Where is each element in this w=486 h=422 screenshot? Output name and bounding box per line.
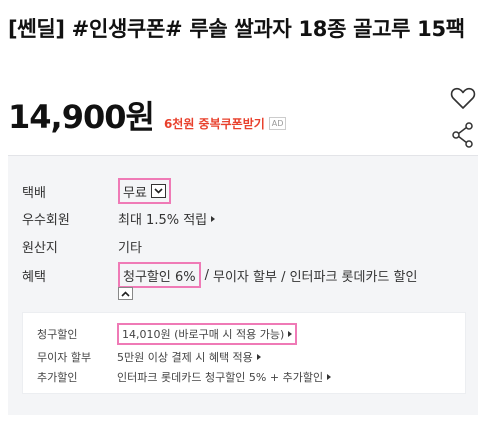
triangle-right-icon	[211, 215, 216, 222]
membership-value: 최대 1.5% 적립	[118, 213, 208, 228]
shipping-select[interactable]: 무료	[118, 178, 171, 204]
triangle-right-icon	[327, 374, 332, 380]
extra-discount-row: 추가할인 인터파크 롯데카드 청구할인 5% + 추가할인	[37, 369, 332, 385]
price: 14,900원	[8, 98, 155, 136]
origin-row: 원산지 기타	[22, 237, 142, 256]
extra-discount-label: 추가할인	[37, 371, 78, 384]
membership-row: 우수회원 최대 1.5% 적립	[22, 209, 216, 228]
origin-label: 원산지	[22, 241, 58, 256]
chevron-down-icon[interactable]	[150, 184, 166, 198]
membership-label: 우수회원	[22, 213, 70, 228]
collapse-benefits-button[interactable]	[118, 287, 133, 300]
extra-discount-value: 인터파크 롯데카드 청구할인 5% + 추가할인	[117, 371, 324, 384]
benefits-values: 청구할인 6% / 무이자 할부 / 인터파크 롯데카드 할인	[118, 262, 417, 288]
benefits-separator: /	[204, 267, 209, 283]
price-row: 14,900원 6천원 중복쿠폰받기 AD	[8, 92, 287, 136]
billing-discount-row: 청구할인 14,010원 (바로구매 시 적용 가능)	[37, 323, 298, 345]
shipping-label: 택배	[22, 185, 46, 201]
shipping-value: 무료	[123, 185, 147, 201]
shipping-row: 택배 무료	[22, 178, 171, 204]
ad-badge: AD	[268, 117, 287, 130]
origin-value: 기타	[118, 241, 142, 256]
benefits-label: 혜택	[22, 269, 46, 285]
billing-discount-value: 14,010원 (바로구매 시 적용 가능)	[122, 328, 285, 341]
billing-discount-highlight[interactable]: 청구할인 6%	[118, 262, 201, 288]
benefits-rest: 무이자 할부 / 인터파크 롯데카드 할인	[213, 269, 418, 285]
extra-discount-link[interactable]: 인터파크 롯데카드 청구할인 5% + 추가할인	[117, 369, 332, 385]
benefits-row: 혜택 청구할인 6% / 무이자 할부 / 인터파크 롯데카드 할인	[22, 262, 417, 288]
installment-link[interactable]: 5만원 이상 결제 시 혜택 적용	[117, 349, 261, 365]
share-icon[interactable]	[452, 122, 474, 148]
membership-link[interactable]: 최대 1.5% 적립	[118, 209, 216, 228]
billing-discount-label: 청구할인	[37, 328, 78, 341]
installment-value: 5만원 이상 결제 시 혜택 적용	[117, 351, 253, 364]
benefit-detail-box: 청구할인 14,010원 (바로구매 시 적용 가능) 무이자 할부 5만원 이…	[22, 312, 466, 394]
installment-label: 무이자 할부	[37, 351, 92, 364]
chevron-up-icon	[121, 290, 130, 297]
installment-row: 무이자 할부 5만원 이상 결제 시 혜택 적용	[37, 349, 261, 365]
billing-discount-link[interactable]: 14,010원 (바로구매 시 적용 가능)	[117, 323, 298, 345]
coupon-link[interactable]: 6천원 중복쿠폰받기	[164, 115, 265, 132]
product-info-panel: 택배 무료 우수회원 최대 1.5% 적립 원산지 기타 혜택 청구할인 6% …	[8, 155, 478, 415]
heart-icon[interactable]	[450, 86, 476, 110]
triangle-right-icon	[288, 331, 293, 337]
product-title: [쎈딜] #인생쿠폰# 루솔 쌀과자 18종 골고루 15팩	[8, 17, 465, 41]
triangle-right-icon	[256, 354, 261, 360]
